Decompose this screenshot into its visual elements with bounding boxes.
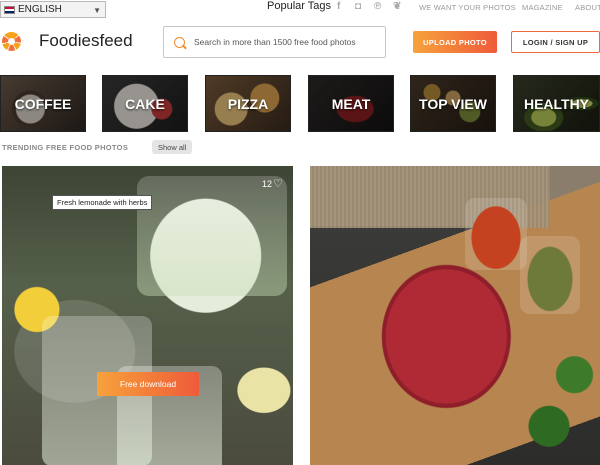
facebook-icon[interactable]: f	[337, 1, 340, 12]
photo-jar-herbs	[520, 236, 580, 314]
category-label: HEALTHY	[523, 95, 590, 112]
heart-icon[interactable]: ♡	[273, 177, 283, 190]
category-top-view[interactable]: TOP VIEW	[410, 75, 496, 132]
category-coffee[interactable]: COFFEE	[0, 75, 86, 132]
like-count: 12	[261, 179, 272, 189]
photo-card-meat[interactable]	[310, 166, 600, 465]
show-all-button[interactable]: Show all	[152, 140, 193, 154]
nav-link-about[interactable]: ABOUT	[575, 3, 600, 12]
chevron-down-icon: ▼	[93, 6, 101, 15]
photo-title-tooltip: Fresh lemonade with herbs	[52, 195, 153, 210]
category-healthy[interactable]: HEALTHY	[513, 75, 600, 132]
instagram-icon[interactable]: ◘	[355, 1, 361, 12]
pinterest-icon[interactable]: ℗	[374, 1, 381, 12]
category-label: COFFEE	[14, 95, 72, 112]
free-download-button[interactable]: Free download	[97, 372, 199, 396]
language-select-value: ENGLISH	[18, 4, 62, 15]
category-label: TOP VIEW	[419, 95, 487, 112]
category-label: CAKE	[125, 95, 165, 112]
nav-link-magazine[interactable]: MAGAZINE	[522, 3, 563, 12]
nav-link-we-want-your-photos[interactable]: WE WANT YOUR PHOTOS	[419, 3, 516, 12]
photo-glass	[137, 176, 287, 296]
category-cake[interactable]: CAKE	[102, 75, 188, 132]
photo-jar-spice	[465, 198, 527, 270]
upload-photo-button[interactable]: UPLOAD PHOTO	[413, 31, 497, 53]
popular-tags-link[interactable]: Popular Tags	[267, 0, 331, 12]
category-label: MEAT	[331, 95, 371, 112]
search-icon[interactable]	[174, 36, 185, 48]
language-select[interactable]: ENGLISH ▼	[0, 1, 106, 18]
photo-herbs	[515, 336, 600, 465]
category-meat[interactable]: MEAT	[308, 75, 394, 132]
login-signup-button[interactable]: LOGIN / SIGN UP	[511, 31, 600, 53]
category-pizza[interactable]: PIZZA	[205, 75, 291, 132]
trending-title: TRENDING FREE FOOD PHOTOS	[2, 143, 129, 152]
uk-flag-icon	[4, 5, 15, 14]
photo-card-lemonade[interactable]: 12 ♡ Fresh lemonade with herbs Free down…	[2, 166, 293, 465]
logo-text[interactable]: Foodiesfeed	[39, 31, 133, 51]
search-bar	[163, 26, 386, 58]
twitter-icon[interactable]: ❦	[393, 1, 401, 12]
logo-icon[interactable]	[2, 32, 21, 51]
search-input[interactable]	[194, 37, 384, 47]
category-label: PIZZA	[227, 95, 269, 112]
